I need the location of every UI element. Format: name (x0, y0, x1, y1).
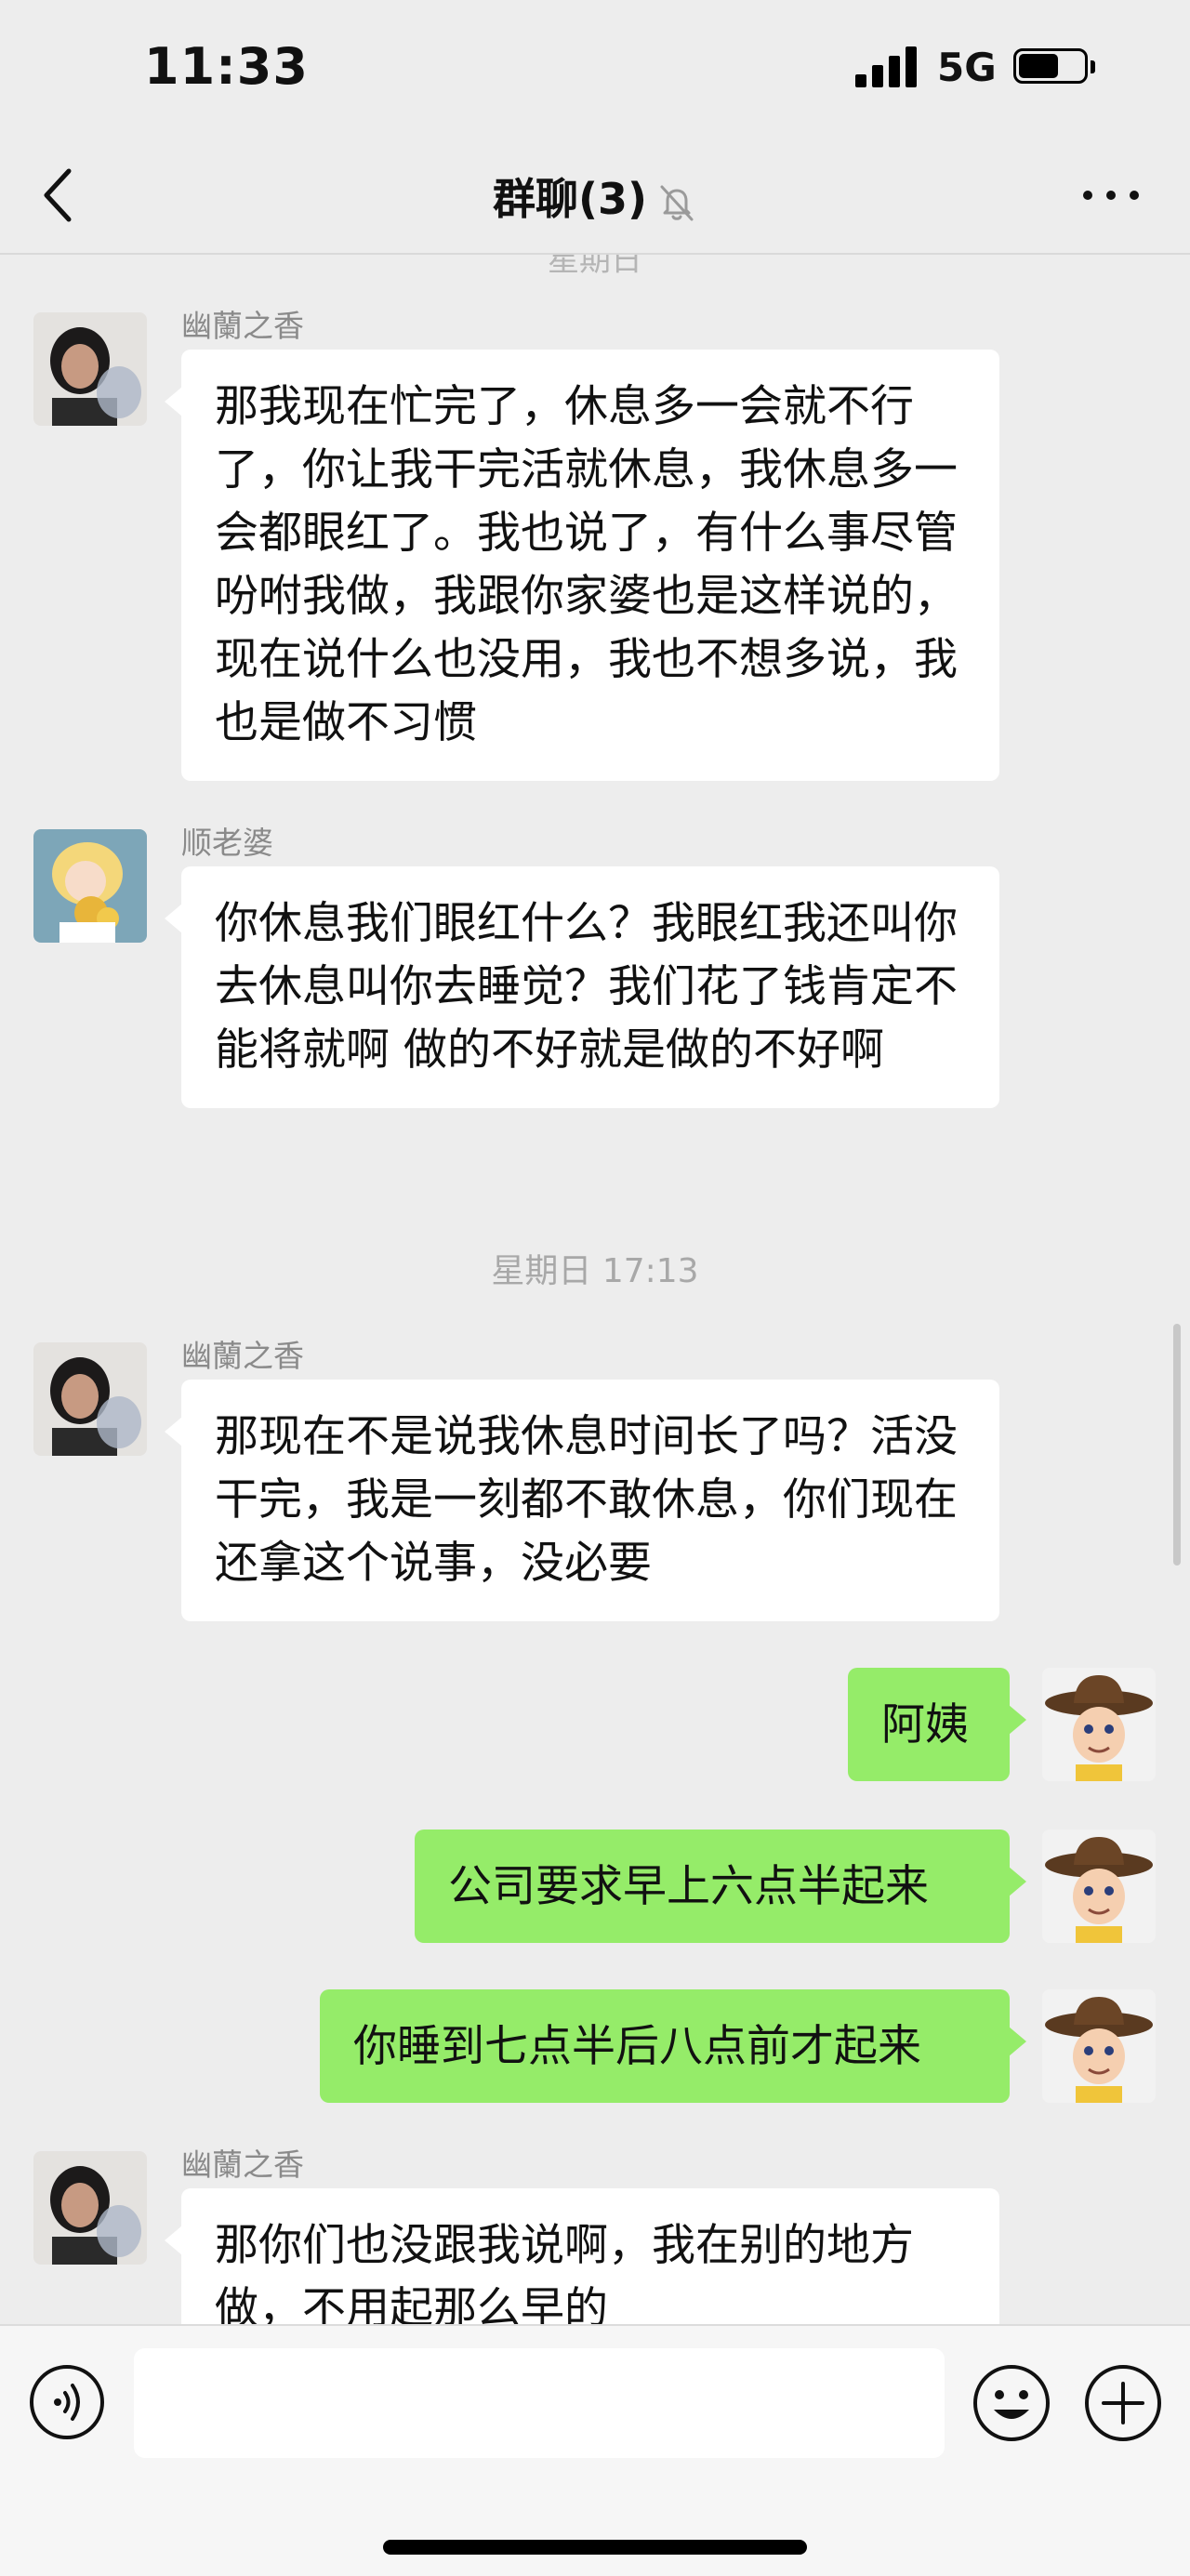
avatar-shunlaopo[interactable] (33, 829, 147, 943)
ellipsis-icon (1083, 191, 1139, 200)
message-bubble[interactable]: 那现在不是说我休息时间长了吗？活没干完，我是一刻都不敢休息，你们现在还拿这个说事… (165, 1380, 999, 1621)
message-bubble[interactable]: 那我现在忙完了，休息多一会就不行了，你让我干完活就休息，我休息多一会都眼红了。我… (165, 350, 999, 781)
status-bar: 11:33 5G (0, 0, 1190, 139)
message-bubble[interactable]: 你休息我们眼红什么？我眼红我还叫你去休息叫你去睡觉？我们花了钱肯定不能将就啊 做… (165, 866, 999, 1108)
status-time: 11:33 (144, 37, 309, 96)
avatar-self[interactable] (1042, 1989, 1156, 2103)
chat-header: 群聊(3) (0, 139, 1190, 255)
timestamp-partial: 星期日 (548, 255, 642, 279)
voice-button[interactable] (28, 2363, 106, 2441)
avatar-youlan[interactable] (33, 2151, 147, 2265)
avatar-self[interactable] (1042, 1668, 1156, 1781)
voice-icon (30, 2365, 104, 2439)
emoji-button[interactable] (972, 2363, 1051, 2443)
emoji-icon (973, 2365, 1050, 2441)
sender-name: 顺老婆 (181, 825, 273, 861)
my-message-bubble[interactable]: 你睡到七点半后八点前才起来 (320, 1989, 1026, 2103)
sender-name: 幽蘭之香 (181, 308, 304, 344)
scrollbar[interactable] (1173, 1324, 1181, 1565)
my-message-bubble[interactable]: 阿姨 (848, 1668, 1026, 1781)
chat-title: 群聊(3) (0, 165, 1190, 227)
signal-icon (855, 45, 920, 87)
home-indicator[interactable] (383, 2540, 807, 2555)
bell-off-icon (656, 182, 697, 223)
battery-icon (1013, 48, 1097, 87)
input-bar (0, 2324, 1190, 2576)
message-input[interactable] (134, 2348, 945, 2458)
message-bubble[interactable]: 那你们也没跟我说啊，我在别的地方做，不用起那么早的 (165, 2188, 999, 2324)
plus-icon (1085, 2365, 1161, 2441)
sender-name: 幽蘭之香 (181, 1338, 304, 1374)
more-options-button[interactable] (1078, 167, 1144, 223)
sender-name: 幽蘭之香 (181, 2147, 304, 2183)
avatar-youlan[interactable] (33, 1342, 147, 1456)
avatar-youlan[interactable] (33, 312, 147, 426)
chat-title-text: 群聊(3) (492, 174, 648, 224)
avatar-self[interactable] (1042, 1830, 1156, 1943)
message-timestamp: 星期日 17:13 (491, 1252, 699, 1290)
message-list[interactable]: 星期日 幽蘭之香 那我现在忙完了，休息多一会就不行了，你让我干完活就休息，我休息… (0, 255, 1190, 2324)
network-type: 5G (937, 45, 997, 90)
my-message-bubble[interactable]: 公司要求早上六点半起来 (415, 1830, 1026, 1943)
more-functions-button[interactable] (1083, 2363, 1163, 2443)
